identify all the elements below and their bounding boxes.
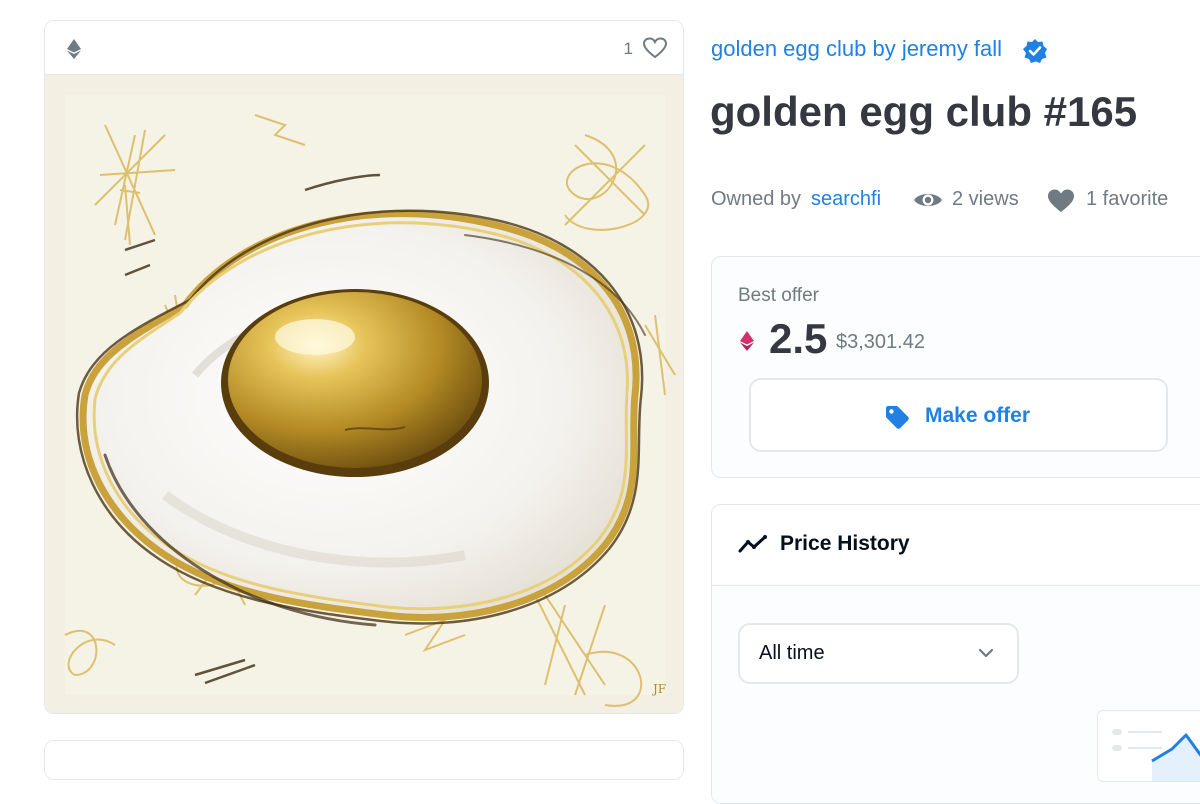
media-card-header: 1 [45, 21, 683, 75]
item-title: golden egg club #165 [710, 88, 1138, 135]
offer-price-usd: $3,301.42 [836, 331, 925, 353]
make-offer-label: Make offer [925, 404, 1031, 427]
artist-signature: JF [651, 682, 666, 696]
offer-price: 2.5 [769, 315, 828, 362]
heart-outline-icon[interactable] [643, 37, 667, 59]
ethereum-icon [67, 39, 81, 59]
price-history-title: Price History [780, 532, 910, 555]
nft-artwork-image[interactable]: JF [45, 75, 684, 714]
price-history-body: All time [712, 586, 1200, 803]
chevron-down-icon [978, 648, 994, 658]
owner-link[interactable]: searchfi [811, 188, 881, 211]
nft-media-card: 1 JF [44, 20, 684, 714]
trending-up-icon [738, 535, 767, 553]
heart-filled-icon [1048, 189, 1074, 212]
owned-by-label: Owned by [711, 188, 802, 210]
price-chart-placeholder [1097, 710, 1200, 782]
tag-icon [886, 406, 909, 429]
price-history-header[interactable]: Price History [712, 505, 1200, 586]
views-count: 2 views [952, 188, 1019, 210]
best-offer-panel: Best offer 2.5 $3,301.42 Make offer [711, 256, 1200, 478]
time-range-select[interactable]: All time [738, 623, 1019, 684]
favorite-count: 1 [623, 39, 633, 58]
price-history-panel: Price History All time [711, 504, 1200, 804]
collection-link[interactable]: golden egg club by jeremy fall [711, 36, 1002, 62]
item-meta-row: Owned by searchfi 2 views 1 favorite [711, 186, 1191, 214]
favorites-count: 1 favorite [1086, 188, 1169, 210]
verified-badge-icon [1023, 39, 1047, 63]
eye-icon [914, 194, 942, 206]
ethereum-icon [740, 331, 754, 351]
best-offer-label: Best offer [738, 285, 819, 306]
make-offer-button[interactable]: Make offer [749, 378, 1168, 452]
time-range-value: All time [759, 642, 825, 664]
description-card [44, 740, 684, 780]
